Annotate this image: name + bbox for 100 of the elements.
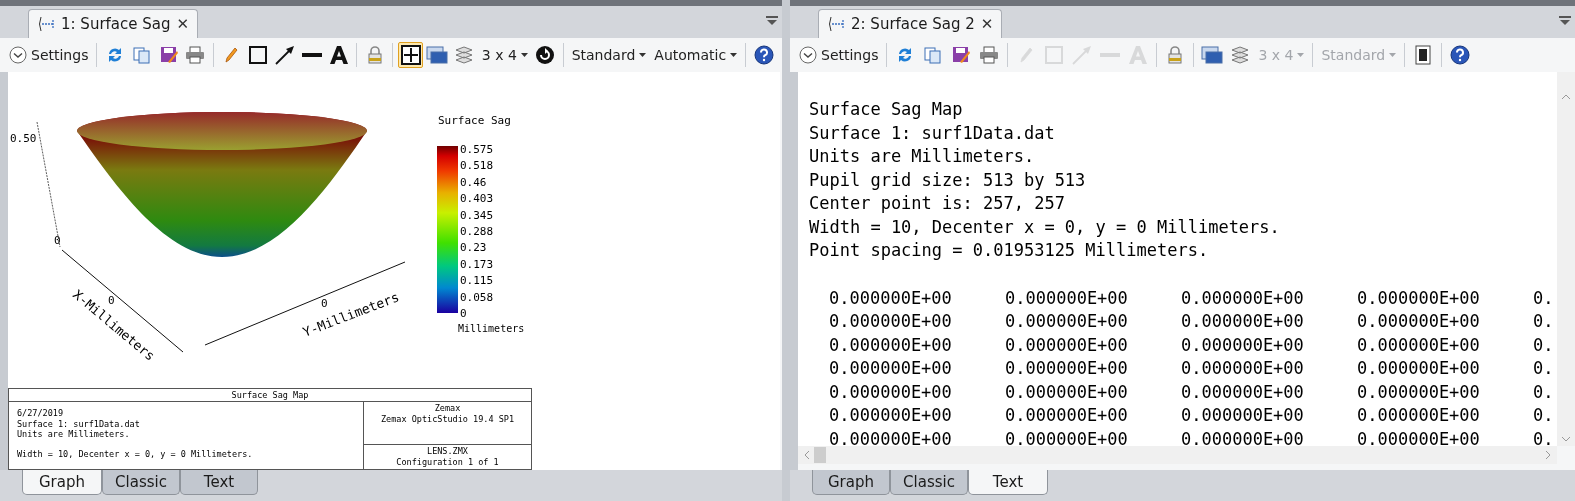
window-tab-icon xyxy=(827,16,845,32)
table-title: Surface Sag Map xyxy=(9,389,531,402)
copy-icon xyxy=(131,46,152,64)
legend-value: 0.345 xyxy=(460,208,494,222)
vertical-scrollbar[interactable] xyxy=(1557,72,1575,446)
scroll-down-icon xyxy=(1561,436,1571,442)
view-tab[interactable]: Classic xyxy=(890,470,968,495)
close-button[interactable]: ✕ xyxy=(980,15,994,33)
data-value: 0. xyxy=(1533,357,1555,380)
info-line: 6/27/2019 xyxy=(17,408,65,419)
legend-value: 0.518 xyxy=(460,159,494,173)
copy-icon xyxy=(923,46,944,64)
menu-icon[interactable] xyxy=(766,16,778,26)
legend-value: 0.46 xyxy=(460,175,487,189)
dropdown-button[interactable]: 3 x 4 xyxy=(478,42,531,68)
data-value: 0.000000E+00 xyxy=(1005,427,1129,446)
letter-icon xyxy=(1128,45,1149,65)
view-tab[interactable]: Graph xyxy=(812,470,890,495)
data-value: 0.000000E+00 xyxy=(1005,380,1129,404)
header-line: Width = 10, Decenter x = 0, y = 0 Millimeters. xyxy=(809,215,1281,239)
data-value: 0.000000E+00 xyxy=(1357,310,1481,333)
scroll-right-icon xyxy=(1545,450,1551,460)
data-value: 0.000000E+00 xyxy=(1357,404,1481,427)
tab-title: 1: Surface Sag xyxy=(61,15,171,33)
info-line: Width = 10, Decenter x = 0, y = 0 Millimeters. xyxy=(17,448,254,459)
data-value: 0.000000E+00 xyxy=(1005,286,1129,310)
close-button[interactable]: ✕ xyxy=(176,15,190,33)
windows-icon xyxy=(1201,45,1224,65)
chevron-down-icon xyxy=(799,46,817,64)
view-tab[interactable]: Graph xyxy=(22,470,102,495)
windows-icon xyxy=(426,45,449,65)
pencil-icon xyxy=(1018,46,1035,64)
data-value: 0.000000E+00 xyxy=(1181,427,1305,446)
arrow-icon xyxy=(274,44,297,66)
legend-title: Surface Sag xyxy=(438,114,511,127)
data-value: 0.000000E+00 xyxy=(1181,286,1305,310)
save-icon xyxy=(158,45,179,65)
data-value: 0.000000E+00 xyxy=(1181,357,1305,380)
rectangle-icon xyxy=(1044,45,1065,65)
data-value: 0. xyxy=(1533,286,1555,310)
view-tab[interactable]: Classic xyxy=(102,470,180,495)
program-info: Zemax OpticStudio 19.4 SP1 xyxy=(379,413,516,424)
data-value: 0.000000E+00 xyxy=(1357,357,1481,380)
data-value: 0.000000E+00 xyxy=(1357,333,1481,357)
data-value: 0. xyxy=(1533,310,1555,333)
horizontal-scrollbar[interactable] xyxy=(798,446,1557,464)
data-value: 0.000000E+00 xyxy=(1181,404,1305,427)
view-tab[interactable]: Text xyxy=(180,470,258,495)
data-value: 0. xyxy=(1533,333,1555,357)
lock-icon xyxy=(366,45,383,65)
tab-title: 2: Surface Sag 2 xyxy=(851,15,975,33)
view-tab[interactable]: Text xyxy=(968,470,1048,495)
caret-icon xyxy=(639,52,647,58)
legend-value: 0.23 xyxy=(460,241,487,255)
header-line: Point spacing = 0.01953125 Millimeters. xyxy=(809,239,1210,262)
layers-icon xyxy=(454,46,475,64)
scroll-thumb[interactable] xyxy=(814,447,826,463)
window-tab-icon xyxy=(37,16,55,32)
data-value: 0.000000E+00 xyxy=(1005,357,1129,380)
caret-icon xyxy=(520,52,528,58)
data-value: 0.000000E+00 xyxy=(829,286,953,310)
help-icon xyxy=(1450,45,1471,65)
caret-icon xyxy=(1297,52,1305,58)
legend-unit: Millimeters xyxy=(458,323,525,334)
data-value: 0.000000E+00 xyxy=(829,357,953,380)
toolbar-button[interactable] xyxy=(751,42,776,68)
z-tick-label: 0.50 xyxy=(10,132,37,145)
chevron-down-icon xyxy=(9,46,27,64)
data-value: 0.000000E+00 xyxy=(829,333,953,357)
menu-icon[interactable] xyxy=(1559,16,1571,26)
legend-value: 0.575 xyxy=(460,143,494,156)
lock-icon xyxy=(1167,45,1184,65)
dropdown-button[interactable]: Automatic xyxy=(651,42,741,68)
data-value: 0.000000E+00 xyxy=(1181,380,1305,404)
data-value: 0.000000E+00 xyxy=(1005,333,1129,357)
settings-button[interactable]: Settings xyxy=(6,42,92,68)
rotate-icon xyxy=(535,45,556,65)
file-info: LENS.ZMX xyxy=(426,446,469,457)
pencil-icon xyxy=(223,46,240,64)
data-value: 0.000000E+00 xyxy=(1005,310,1129,333)
data-value: 0.000000E+00 xyxy=(829,404,953,427)
legend-value: 0.115 xyxy=(460,274,494,288)
header-line: Surface Sag Map xyxy=(809,98,964,121)
document-tab[interactable]: 1: Surface Sag ✕ xyxy=(28,9,199,38)
z-tick-label: 0 xyxy=(54,234,61,247)
legend-value: 0.058 xyxy=(460,290,494,304)
legend-value: 0 xyxy=(460,307,467,320)
data-value: 0. xyxy=(1533,380,1555,404)
data-value: 0.000000E+00 xyxy=(1357,427,1481,446)
legend-value: 0.403 xyxy=(460,192,494,206)
help-icon xyxy=(753,45,774,65)
caret-icon xyxy=(1389,52,1397,58)
toolbar-button[interactable] xyxy=(398,42,424,68)
legend-value: 0.288 xyxy=(460,225,494,238)
program-info: Zemax xyxy=(433,403,462,414)
settings-button[interactable]: Settings xyxy=(796,42,882,68)
legend-value: 0.173 xyxy=(460,257,494,271)
document-tab[interactable]: 2: Surface Sag 2 ✕ xyxy=(818,9,1003,38)
data-value: 0.000000E+00 xyxy=(1005,404,1129,427)
dropdown-button[interactable]: Standard xyxy=(568,42,650,68)
